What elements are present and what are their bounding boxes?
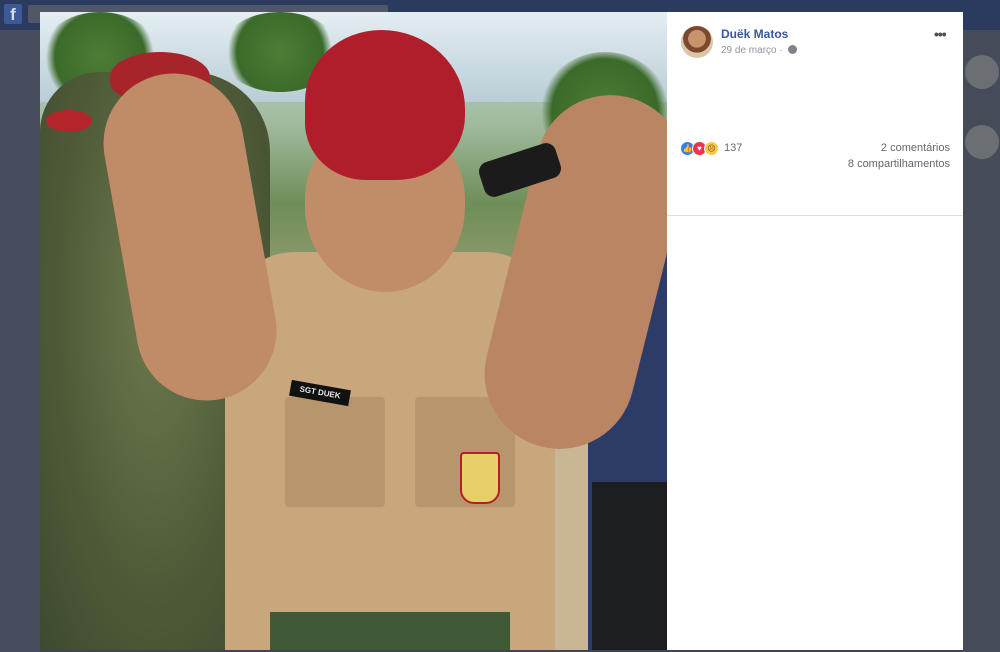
- uniform-pocket: [285, 397, 385, 507]
- comments-count-link[interactable]: 2 comentários: [881, 142, 950, 154]
- globe-icon[interactable]: [787, 45, 797, 54]
- contact-avatar: [965, 125, 999, 159]
- post-info-panel: Duëk Matos 29 de março · ••• 👍 ♥ ☹ 137 2…: [667, 12, 963, 650]
- left-sidebar-dimmed: [0, 30, 40, 652]
- contact-avatar: [965, 55, 999, 89]
- sad-icon: ☹: [704, 140, 719, 156]
- divider: [667, 215, 963, 216]
- more-options-icon[interactable]: •••: [934, 26, 947, 42]
- right-sidebar-dimmed: [963, 30, 1000, 652]
- belt: [270, 612, 510, 650]
- post-date-line: 29 de março ·: [721, 45, 797, 56]
- shares-count-link[interactable]: 8 compartilhamentos: [848, 158, 950, 170]
- post-date[interactable]: 29 de março: [721, 45, 777, 56]
- author-name[interactable]: Duëk Matos: [721, 27, 788, 41]
- person-dark-pants: [592, 482, 667, 650]
- reaction-count[interactable]: 137: [724, 142, 742, 154]
- post-photo[interactable]: SGT DUEK: [40, 12, 667, 650]
- reactions-summary[interactable]: 👍 ♥ ☹ 137: [680, 140, 742, 156]
- unit-badge: [460, 452, 500, 504]
- beret-red: [46, 110, 92, 132]
- author-avatar[interactable]: [681, 26, 713, 58]
- facebook-logo[interactable]: f: [4, 4, 22, 24]
- separator-dot: ·: [779, 45, 783, 56]
